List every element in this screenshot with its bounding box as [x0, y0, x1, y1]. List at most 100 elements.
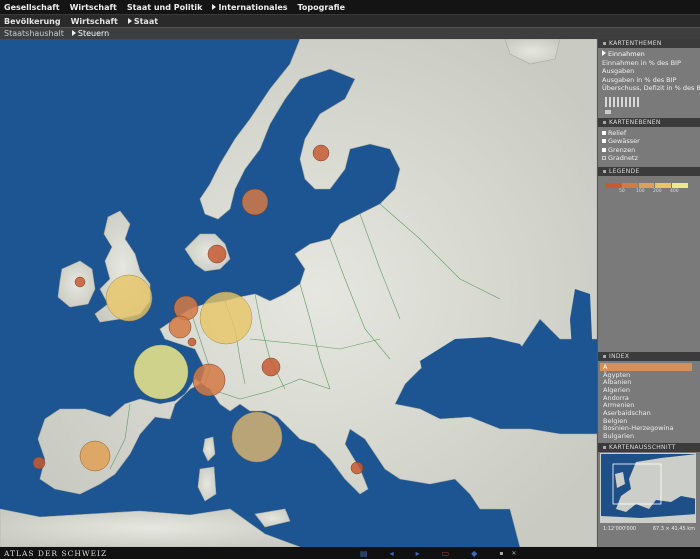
index-item[interactable]: Bulgarien [603, 432, 700, 441]
circle-france [133, 344, 189, 400]
checkbox-icon [602, 147, 606, 152]
circle-ireland [74, 276, 86, 288]
menu-staat-und-politik[interactable]: Staat und Politik [127, 3, 203, 12]
menu-internationales-label: Internationales [218, 2, 288, 12]
extent-label: 67.3 × 41.45 km [652, 526, 695, 532]
breadcrumb-staatshaushalt[interactable]: Staatshaushalt [4, 29, 64, 38]
submenu-staat[interactable]: Staat [127, 16, 159, 26]
circle-belgium [168, 315, 192, 339]
overview-map-svg [601, 454, 695, 522]
submenu-bevoelkerung[interactable]: Bevölkerung [4, 17, 61, 26]
overview-land-africa [601, 514, 695, 522]
overview-header: KARTENAUSSCHNITT [598, 443, 700, 452]
panel-spacer [598, 195, 700, 352]
map-canvas[interactable] [0, 39, 597, 547]
layers-header: KARTENEBENEN [598, 117, 700, 127]
theme-ueberschuss[interactable]: Überschuss, Defizit in % des BIP [602, 84, 700, 93]
menu-topografie[interactable]: Topografie [298, 3, 346, 12]
layers-title: KARTENEBENEN [609, 118, 661, 126]
checkbox-icon [602, 130, 606, 135]
legend-tick: 400 [670, 188, 679, 194]
menu-wirtschaft[interactable]: Wirtschaft [70, 3, 117, 12]
theme-einnahmen[interactable]: Einnahmen [602, 50, 700, 59]
sub-menu: Bevölkerung Wirtschaft Staat [0, 14, 700, 27]
themes-list: Einnahmen Einnahmen in % des BIP Ausgabe… [598, 48, 700, 118]
layer-relief[interactable]: Relief [602, 129, 700, 138]
legend-ticks: 50 100 200 400 [605, 188, 689, 195]
section-square-icon [603, 354, 606, 358]
legend-tick: 50 [619, 188, 625, 194]
legend-header: LEGENDE [598, 166, 700, 176]
index-list: Ägypten Albanien Algerien Andorra Armeni… [598, 371, 700, 441]
circle-switzerland [192, 363, 226, 397]
theme-ausgaben-bip[interactable]: Ausgaben in % des BIP [602, 76, 700, 85]
checkbox-icon [602, 139, 606, 144]
circle-portugal [32, 456, 46, 470]
circle-luxembourg [187, 337, 197, 347]
layer-gradnetz[interactable]: Gradnetz [602, 154, 700, 163]
submenu-wirtschaft[interactable]: Wirtschaft [71, 17, 118, 26]
theme-einnahmen-label: Einnahmen [608, 50, 645, 58]
section-square-icon [603, 446, 606, 449]
index-letter-selector[interactable]: A [600, 362, 692, 371]
active-arrow-icon [127, 17, 132, 24]
index-header: INDEX [598, 351, 700, 361]
layer-grenzen-label: Grenzen [608, 145, 636, 154]
layer-relief-label: Relief [608, 128, 627, 137]
layer-gewaesser-label: Gewässer [608, 137, 640, 145]
layer-grenzen[interactable]: Grenzen [602, 146, 700, 155]
overview-land-uk [615, 472, 625, 488]
settings-icon[interactable]: ▪ [499, 550, 503, 557]
selected-arrow-icon [602, 50, 606, 56]
theme-ausgaben[interactable]: Ausgaben [602, 67, 700, 76]
mini-graphic-icon [605, 96, 641, 107]
overview-land [616, 454, 695, 512]
legend-tick: 100 [636, 188, 645, 194]
forward-icon[interactable]: ▸ [416, 549, 420, 558]
themes-title: KARTENTHEMEN [609, 40, 662, 47]
layer-gradnetz-label: Gradnetz [608, 154, 638, 162]
circle-uk [105, 274, 153, 322]
legend-title: LEGENDE [609, 167, 640, 175]
record-icon[interactable]: ▭ [442, 549, 450, 558]
section-square-icon [603, 120, 606, 124]
scale-label: 1:12'000'000 [603, 526, 637, 532]
overview-map[interactable] [600, 453, 696, 523]
circle-germany [199, 291, 253, 345]
index-title: INDEX [609, 352, 630, 360]
circle-greece [350, 461, 364, 475]
breadcrumb-steuern[interactable]: Steuern [71, 29, 110, 38]
print-icon[interactable]: ▤ [360, 549, 368, 558]
toolbar: ▤ ◂ ▸ ▭ ◆ ▪ ✕ [360, 547, 524, 559]
close-icon[interactable]: ✕ [511, 550, 516, 557]
small-marker-icon [605, 109, 611, 114]
menu-gesellschaft[interactable]: Gesellschaft [4, 3, 60, 12]
layer-gewaesser[interactable]: Gewässer [602, 137, 700, 146]
active-arrow-icon [212, 3, 217, 10]
section-square-icon [603, 169, 606, 173]
circle-finland [312, 144, 330, 162]
layers-list: Relief Gewässer Grenzen Gradnetz [598, 127, 700, 165]
checkbox-empty-icon [602, 156, 606, 161]
legend-tick: 200 [653, 188, 662, 194]
circle-sweden [241, 188, 269, 216]
side-panel: KARTENTHEMEN Einnahmen Einnahmen in % de… [597, 39, 700, 547]
submenu-staat-label: Staat [133, 16, 159, 26]
circle-spain [79, 440, 111, 472]
circle-italy [231, 411, 283, 463]
europe-map[interactable] [0, 39, 597, 547]
section-square-icon [603, 42, 606, 45]
back-icon[interactable]: ◂ [390, 549, 394, 558]
home-icon[interactable]: ◆ [471, 549, 477, 558]
circle-czech [261, 357, 281, 377]
breadcrumb: Staatshaushalt Steuern [0, 27, 700, 39]
menu-internationales[interactable]: Internationales [212, 2, 288, 12]
brand-logo: ATLAS DER SCHWEIZ [4, 548, 108, 558]
bottom-bar: ATLAS DER SCHWEIZ ▤ ◂ ▸ ▭ ◆ ▪ ✕ [0, 547, 700, 559]
circle-denmark [207, 244, 227, 264]
scale-info: 1:12'000'000 67.3 × 41.45 km [600, 526, 698, 534]
overview-title: KARTENAUSSCHNITT [609, 444, 676, 451]
themes-header: KARTENTHEMEN [598, 39, 700, 48]
breadcrumb-steuern-label: Steuern [77, 29, 110, 38]
theme-einnahmen-bip[interactable]: Einnahmen in % des BIP [602, 59, 700, 68]
